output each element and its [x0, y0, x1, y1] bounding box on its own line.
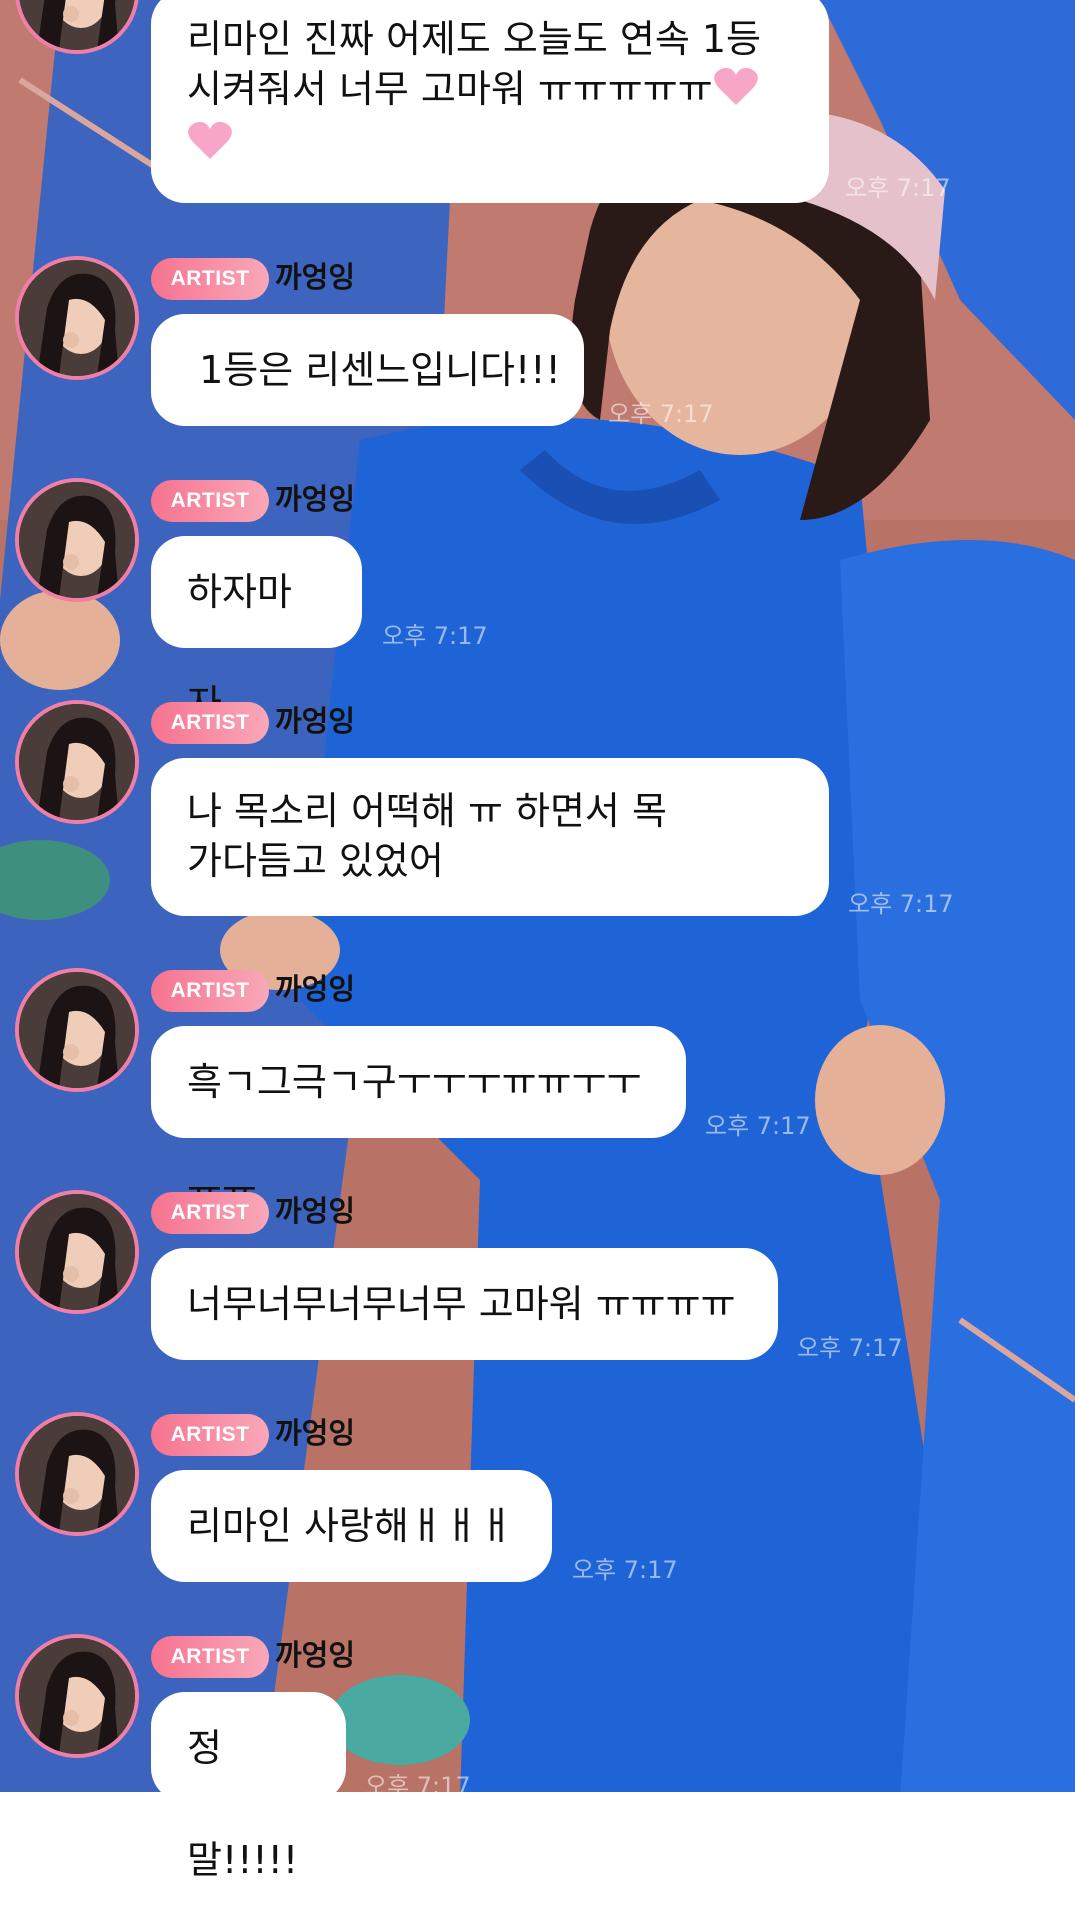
message-text-line: 리마인 진짜 어제도 오늘도 연속 1등: [187, 17, 762, 61]
artist-badge: ARTIST: [151, 702, 269, 744]
message-bubble[interactable]: 하자마자: [151, 536, 362, 726]
pink-heart-icon: [713, 65, 759, 119]
message-time: 오후 7:17: [705, 1112, 811, 1140]
message-text: 리마인 사랑해ㅐㅐㅐ: [187, 1504, 514, 1548]
pink-heart-icon: [187, 119, 233, 173]
artist-badge: ARTIST: [151, 1192, 269, 1234]
message-time: 오후 7:17: [845, 174, 951, 202]
artist-badge: ARTIST: [151, 1414, 269, 1456]
message-text-line: 나 목소리 어떡해 ㅠ 하면서 목: [187, 789, 667, 833]
message-bubble[interactable]: 나 목소리 어떡해 ㅠ 하면서 목 가다듬고 있었어: [151, 758, 829, 916]
message-time: 오후 7:17: [382, 622, 488, 650]
sender-name: 까엉잉: [275, 260, 356, 294]
message-text-line: 시켜줘서 너무 고마워 ㅠㅠㅠㅠㅠ: [187, 64, 793, 119]
message-time: 오후 7:17: [608, 400, 714, 428]
artist-badge: ARTIST: [151, 970, 269, 1012]
message-text-line: 가다듬고 있었어: [187, 839, 444, 883]
message-text: 1등은 리센느입니다!!!: [187, 348, 561, 392]
message-bubble[interactable]: 정말!!!!!: [151, 1692, 346, 1882]
sender-name: 까엉잉: [275, 972, 356, 1006]
message-text: 너무너무너무너무 고마워 ㅠㅠㅠㅠ: [187, 1282, 736, 1326]
artist-badge: ARTIST: [151, 480, 269, 522]
artist-badge: ARTIST: [151, 258, 269, 300]
message-bubble[interactable]: 1등은 리센느입니다!!!: [151, 314, 584, 426]
message-bubble[interactable]: 리마인 사랑해ㅐㅐㅐ: [151, 1470, 552, 1582]
avatar[interactable]: [15, 700, 139, 824]
sender-name: 까엉잉: [275, 704, 356, 738]
avatar[interactable]: [15, 478, 139, 602]
artist-badge: ARTIST: [151, 1636, 269, 1678]
avatar[interactable]: [15, 968, 139, 1092]
avatar[interactable]: [15, 1634, 139, 1758]
message-bubble[interactable]: 리마인 진짜 어제도 오늘도 연속 1등 시켜줘서 너무 고마워 ㅠㅠㅠㅠㅠ: [151, 0, 829, 203]
message-time: 오후 7:17: [365, 1772, 471, 1800]
avatar[interactable]: [15, 256, 139, 380]
sender-name: 까엉잉: [275, 1194, 356, 1228]
sender-name: 까엉잉: [275, 1416, 356, 1450]
sender-name: 까엉잉: [275, 482, 356, 516]
message-text: 정말!!!!!: [187, 1726, 299, 1882]
avatar[interactable]: [15, 1190, 139, 1314]
message-time: 오후 7:17: [848, 890, 954, 918]
message-bubble[interactable]: 흑ㄱ그극ㄱ구ㅜㅜㅜㅠㅠㅜㅜㅠㅠ: [151, 1026, 686, 1216]
avatar[interactable]: [15, 1412, 139, 1536]
message-text-line: [187, 119, 793, 174]
message-time: 오후 7:17: [797, 1334, 903, 1362]
message-time: 오후 7:17: [572, 1556, 678, 1584]
message-bubble[interactable]: 너무너무너무너무 고마워 ㅠㅠㅠㅠ: [151, 1248, 778, 1360]
sender-name: 까엉잉: [275, 1638, 356, 1672]
